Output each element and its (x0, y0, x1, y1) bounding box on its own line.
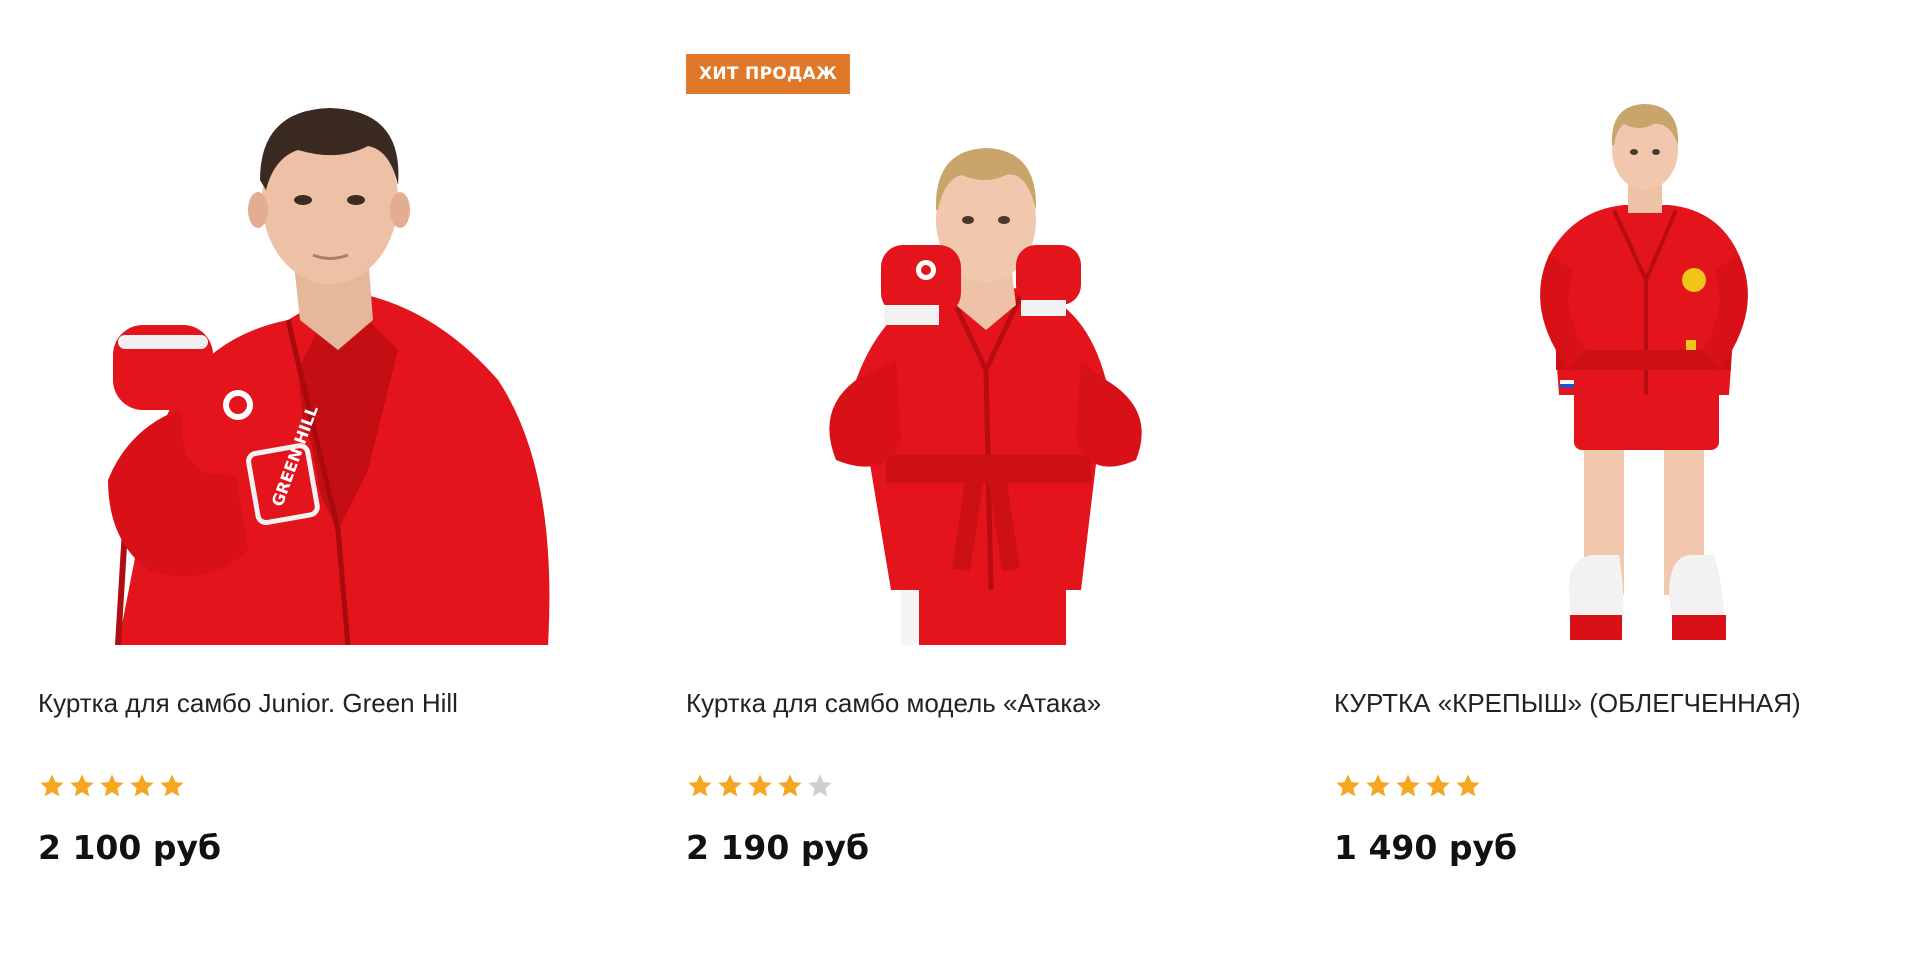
product-card[interactable]: ХИТ ПРОДАЖ Куртка для самбо модель «Атак… (686, 50, 1286, 880)
product-card[interactable]: GREEN HILL Куртка для самбо Junior. Gree… (38, 50, 638, 880)
star-icon (778, 774, 802, 797)
star-icon (1366, 774, 1390, 797)
product-rating (1334, 772, 1482, 802)
product-price: 2 190 руб (686, 828, 869, 867)
product-price: 2 100 руб (38, 828, 221, 867)
star-icon (748, 774, 772, 797)
bestseller-badge: ХИТ ПРОДАЖ (686, 54, 851, 94)
product-card[interactable]: КУРТКА «КРЕПЫШ» (ОБЛЕГЧЕННАЯ) 1 490 руб (1334, 50, 1928, 880)
product-grid: GREEN HILL Куртка для самбо Junior. Gree… (0, 0, 1928, 966)
product-image[interactable]: GREEN HILL (38, 50, 638, 645)
product-title[interactable]: КУРТКА «КРЕПЫШ» (ОБЛЕГЧЕННАЯ) (1334, 687, 1924, 719)
product-price: 1 490 руб (1334, 828, 1517, 867)
star-icon (40, 774, 64, 797)
product-photo-svg (1540, 104, 1748, 640)
star-icon (808, 774, 832, 797)
star-icon (100, 774, 124, 797)
product-title[interactable]: Куртка для самбо Junior. Green Hill (38, 687, 628, 719)
product-image[interactable] (1334, 50, 1928, 645)
star-icon (1426, 774, 1450, 797)
star-icon (1456, 774, 1480, 797)
product-photo-svg (829, 148, 1142, 645)
star-icon (718, 774, 742, 797)
star-icon (70, 774, 94, 797)
star-icon (1336, 774, 1360, 797)
product-image[interactable] (686, 50, 1286, 645)
star-icon (130, 774, 154, 797)
star-icon (160, 774, 184, 797)
star-icon (688, 774, 712, 797)
product-rating (38, 772, 186, 802)
product-photo-svg: GREEN HILL (108, 108, 550, 645)
product-rating (686, 772, 834, 802)
star-icon (1396, 774, 1420, 797)
product-title[interactable]: Куртка для самбо модель «Атака» (686, 687, 1276, 719)
